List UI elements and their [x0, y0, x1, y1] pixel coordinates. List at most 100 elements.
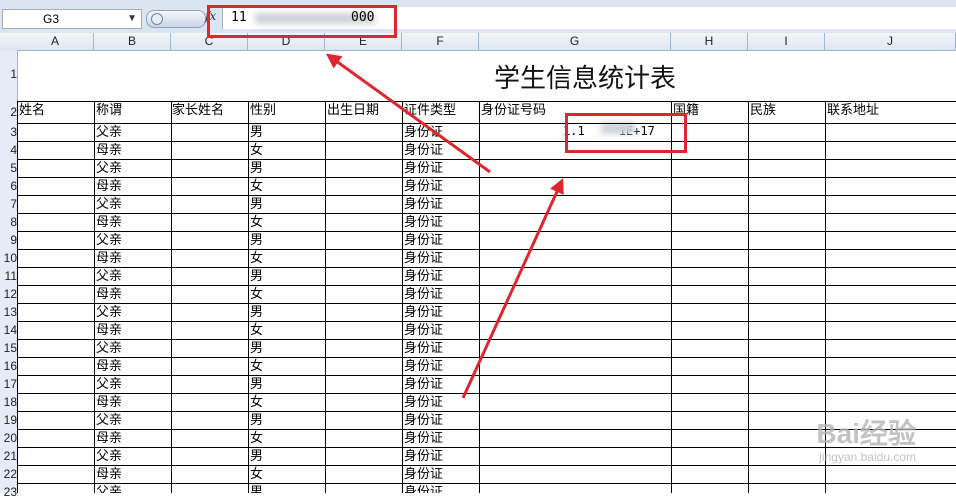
- header-gender[interactable]: 性别: [250, 101, 276, 119]
- column-header-g[interactable]: G: [479, 33, 671, 50]
- row-header[interactable]: 22: [0, 465, 17, 483]
- row-header[interactable]: 6: [0, 177, 17, 195]
- formula-bar-toggle[interactable]: [146, 10, 206, 28]
- cell-id_type[interactable]: 身份证: [404, 177, 443, 195]
- cell-gender[interactable]: 男: [250, 339, 263, 357]
- row-header[interactable]: 8: [0, 213, 17, 231]
- cell-gender[interactable]: 女: [250, 213, 263, 231]
- row-header[interactable]: 21: [0, 447, 17, 465]
- cell-gender[interactable]: 男: [250, 123, 263, 141]
- row-header[interactable]: 10: [0, 249, 17, 267]
- cell-gender[interactable]: 男: [250, 375, 263, 393]
- cell-gender[interactable]: 男: [250, 483, 263, 493]
- cell-relation[interactable]: 父亲: [96, 303, 122, 321]
- cell-id_type[interactable]: 身份证: [404, 339, 443, 357]
- cell-id_type[interactable]: 身份证: [404, 465, 443, 483]
- cell-id_type[interactable]: 身份证: [404, 303, 443, 321]
- row-header[interactable]: 4: [0, 141, 17, 159]
- cell-relation[interactable]: 父亲: [96, 267, 122, 285]
- spreadsheet-grid[interactable]: 学生信息统计表 姓名 称谓 家长姓名 性别 出生日期 证件类型 身份证号码 国籍…: [17, 50, 956, 493]
- cell-relation[interactable]: 母亲: [96, 285, 122, 303]
- cell-gender[interactable]: 男: [250, 303, 263, 321]
- cell-id_type[interactable]: 身份证: [404, 123, 443, 141]
- cell-id_type[interactable]: 身份证: [404, 483, 443, 493]
- row-header[interactable]: 19: [0, 411, 17, 429]
- row-header[interactable]: 5: [0, 159, 17, 177]
- cell-gender[interactable]: 女: [250, 321, 263, 339]
- header-birth-date[interactable]: 出生日期: [327, 101, 379, 119]
- cell-gender[interactable]: 女: [250, 429, 263, 447]
- row-header[interactable]: 9: [0, 231, 17, 249]
- cell-gender[interactable]: 女: [250, 177, 263, 195]
- header-relation[interactable]: 称谓: [96, 101, 122, 119]
- row-header[interactable]: 2: [0, 101, 17, 123]
- cell-gender[interactable]: 男: [250, 411, 263, 429]
- cell-gender[interactable]: 女: [250, 141, 263, 159]
- cell-id_type[interactable]: 身份证: [404, 231, 443, 249]
- cell-gender[interactable]: 男: [250, 159, 263, 177]
- cell-id_type[interactable]: 身份证: [404, 429, 443, 447]
- cell-id_type[interactable]: 身份证: [404, 159, 443, 177]
- header-parent-name[interactable]: 家长姓名: [172, 101, 224, 119]
- cell-id_type[interactable]: 身份证: [404, 267, 443, 285]
- header-id-number[interactable]: 身份证号码: [481, 101, 546, 119]
- cell-relation[interactable]: 母亲: [96, 321, 122, 339]
- row-header[interactable]: 7: [0, 195, 17, 213]
- cell-gender[interactable]: 男: [250, 447, 263, 465]
- cell-id_type[interactable]: 身份证: [404, 411, 443, 429]
- cell-gender[interactable]: 女: [250, 285, 263, 303]
- cell-relation[interactable]: 母亲: [96, 249, 122, 267]
- column-header-j[interactable]: J: [825, 33, 956, 50]
- cell-relation[interactable]: 母亲: [96, 429, 122, 447]
- row-header[interactable]: 20: [0, 429, 17, 447]
- cell-relation[interactable]: 父亲: [96, 447, 122, 465]
- cell-gender[interactable]: 男: [250, 195, 263, 213]
- row-header[interactable]: 17: [0, 375, 17, 393]
- cell-relation[interactable]: 父亲: [96, 195, 122, 213]
- column-header-a[interactable]: A: [17, 33, 94, 50]
- cell-id_type[interactable]: 身份证: [404, 249, 443, 267]
- column-header-f[interactable]: F: [402, 33, 479, 50]
- cell-id_type[interactable]: 身份证: [404, 213, 443, 231]
- row-header[interactable]: 3: [0, 123, 17, 141]
- cell-relation[interactable]: 母亲: [96, 357, 122, 375]
- header-address[interactable]: 联系地址: [827, 101, 879, 119]
- cell-gender[interactable]: 女: [250, 357, 263, 375]
- column-header-i[interactable]: I: [748, 33, 825, 50]
- cell-id_type[interactable]: 身份证: [404, 321, 443, 339]
- cell-id_type[interactable]: 身份证: [404, 357, 443, 375]
- row-header[interactable]: 11: [0, 267, 17, 285]
- name-box[interactable]: G3 ▼: [2, 9, 142, 29]
- cell-gender[interactable]: 男: [250, 267, 263, 285]
- cell-id_type[interactable]: 身份证: [404, 195, 443, 213]
- row-header[interactable]: 1: [0, 65, 17, 83]
- cell-id_type[interactable]: 身份证: [404, 141, 443, 159]
- header-id-type[interactable]: 证件类型: [404, 101, 456, 119]
- cell-relation[interactable]: 父亲: [96, 123, 122, 141]
- cell-id_type[interactable]: 身份证: [404, 285, 443, 303]
- cell-relation[interactable]: 父亲: [96, 483, 122, 493]
- cell-relation[interactable]: 父亲: [96, 159, 122, 177]
- row-header[interactable]: 12: [0, 285, 17, 303]
- cell-relation[interactable]: 父亲: [96, 375, 122, 393]
- column-header-h[interactable]: H: [671, 33, 748, 50]
- row-header[interactable]: 16: [0, 357, 17, 375]
- cell-relation[interactable]: 母亲: [96, 393, 122, 411]
- cell-id_type[interactable]: 身份证: [404, 375, 443, 393]
- header-ethnicity[interactable]: 民族: [750, 101, 776, 119]
- row-header[interactable]: 23: [0, 483, 17, 501]
- header-name[interactable]: 姓名: [19, 101, 45, 119]
- cell-relation[interactable]: 母亲: [96, 177, 122, 195]
- row-header[interactable]: 15: [0, 339, 17, 357]
- cell-gender[interactable]: 男: [250, 231, 263, 249]
- cell-gender[interactable]: 女: [250, 393, 263, 411]
- cell-id_type[interactable]: 身份证: [404, 393, 443, 411]
- row-header[interactable]: 18: [0, 393, 17, 411]
- cell-relation[interactable]: 父亲: [96, 339, 122, 357]
- cell-relation[interactable]: 母亲: [96, 141, 122, 159]
- column-header-b[interactable]: B: [94, 33, 171, 50]
- cell-relation[interactable]: 母亲: [96, 465, 122, 483]
- row-header[interactable]: 14: [0, 321, 17, 339]
- cell-gender[interactable]: 女: [250, 465, 263, 483]
- row-header[interactable]: 13: [0, 303, 17, 321]
